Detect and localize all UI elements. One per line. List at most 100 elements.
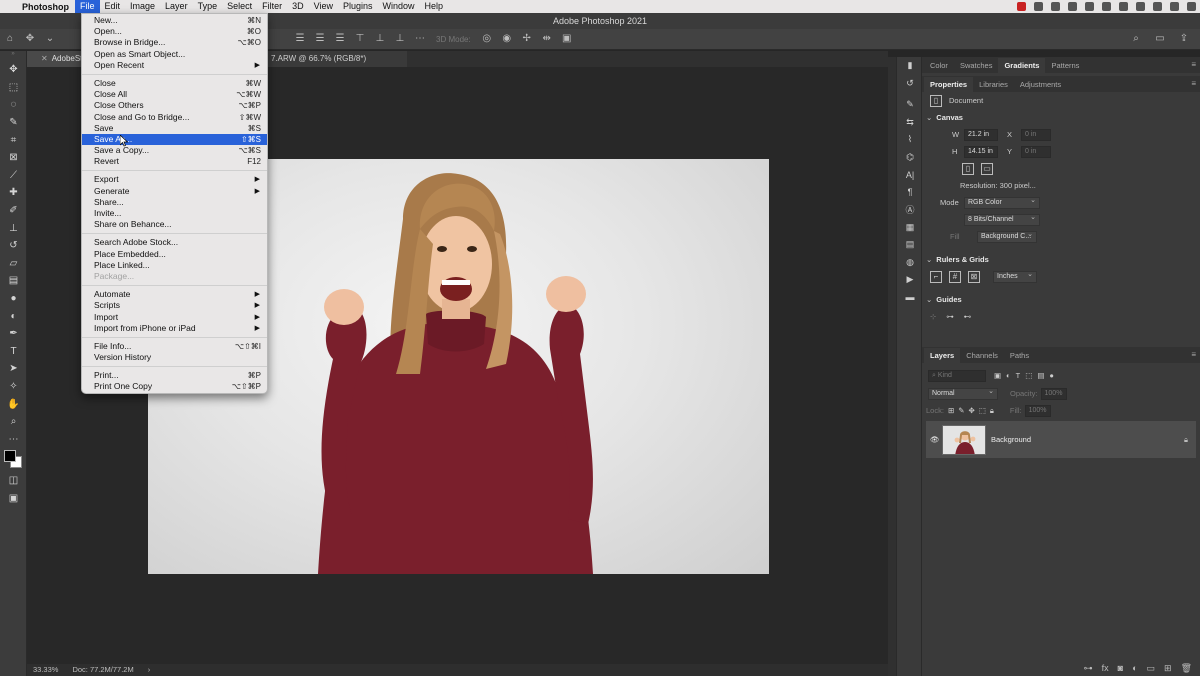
file-menu-item-browse-in-bridge[interactable]: Browse in Bridge... ⌥⌘O	[82, 37, 267, 48]
brush-settings-icon[interactable]: ✎	[897, 96, 923, 114]
file-menu-item-close-and-go-to-bridge[interactable]: Close and Go to Bridge... ⇧⌘W	[82, 112, 267, 123]
file-menu-item-revert[interactable]: Revert F12	[82, 156, 267, 167]
record-icon[interactable]	[1017, 2, 1026, 11]
quick-mask-icon[interactable]: ◫	[0, 472, 27, 490]
filter-type-icon[interactable]: T	[1016, 371, 1021, 380]
fill-field[interactable]: 100%	[1024, 404, 1051, 417]
file-menu-item-automate[interactable]: Automate ▶	[82, 289, 267, 300]
glyphs-icon[interactable]: Ⓐ	[897, 201, 923, 219]
dropbox-icon[interactable]	[1085, 2, 1094, 11]
units-dropdown[interactable]: Inches	[993, 270, 1037, 283]
pixel-grid-icon[interactable]: ⊠	[968, 270, 980, 283]
file-menu-item-scripts[interactable]: Scripts ▶	[82, 300, 267, 311]
file-menu-item-invite[interactable]: Invite...	[82, 208, 267, 219]
type-tool-icon[interactable]: T	[0, 343, 27, 361]
menu-edit[interactable]: Edit	[100, 0, 126, 13]
pen-tool-icon[interactable]: ✒	[0, 325, 27, 343]
wifi-icon[interactable]	[1136, 2, 1145, 11]
tab-color[interactable]: Color	[924, 58, 954, 73]
filter-toggle-icon[interactable]: ●	[1049, 371, 1054, 380]
close-tab-icon[interactable]: ✕	[41, 54, 48, 63]
panel-menu-icon[interactable]: ≡	[1191, 79, 1196, 88]
rulers-section-header[interactable]: ⌄ Rulers & Grids	[922, 251, 1200, 268]
align-center-icon[interactable]: ☰	[313, 33, 327, 45]
guide-layout-icon[interactable]: ⊹	[930, 312, 936, 321]
lock-pixels-icon[interactable]: ⊞	[948, 406, 954, 415]
chevron-down-icon[interactable]: ⌄	[926, 255, 932, 264]
filter-pixel-icon[interactable]: ▣	[994, 371, 1001, 380]
portrait-orientation-icon[interactable]: ▯	[962, 162, 974, 175]
move-tool-icon[interactable]: ✥	[23, 33, 37, 45]
new-guide-icon[interactable]: ⊶	[946, 312, 954, 321]
file-menu-item-search-adobe-stock[interactable]: Search Adobe Stock...	[82, 237, 267, 248]
file-menu-item-close-all[interactable]: Close All ⌥⌘W	[82, 89, 267, 100]
x-field[interactable]: 0 in	[1021, 128, 1051, 141]
quick-select-tool-icon[interactable]: ✎	[0, 114, 27, 132]
properties-icon[interactable]: ▤	[897, 236, 923, 254]
tab-libraries[interactable]: Libraries	[973, 77, 1014, 92]
height-field[interactable]: 14.15 in	[964, 145, 998, 158]
adjustment-layer-icon[interactable]: ◐	[1132, 663, 1137, 673]
3d-slide-icon[interactable]: ⇹	[540, 33, 554, 45]
filter-smart-object-icon[interactable]: ▤	[1037, 371, 1044, 380]
menu-help[interactable]: Help	[420, 0, 449, 13]
zoom-tool-icon[interactable]: ⌕	[0, 413, 27, 431]
ruler-icon[interactable]: ⌐	[930, 270, 942, 283]
menu-plugins[interactable]: Plugins	[338, 0, 378, 13]
brush-tool-icon[interactable]: ✐	[0, 202, 27, 220]
user-icon[interactable]	[1170, 2, 1179, 11]
menu-filter[interactable]: Filter	[257, 0, 287, 13]
workspace-icon[interactable]: ▭	[1153, 33, 1167, 45]
file-menu-item-place-linked[interactable]: Place Linked...	[82, 260, 267, 271]
tab-swatches[interactable]: Swatches	[954, 58, 999, 73]
display-icon[interactable]	[1119, 2, 1128, 11]
new-layer-icon[interactable]: ⊞	[1164, 663, 1172, 674]
3d-pan-icon[interactable]: ✢	[520, 33, 534, 45]
adjustments-icon[interactable]: ⇆	[897, 114, 923, 132]
lock-position-icon[interactable]: ✥	[969, 406, 975, 415]
tab-properties[interactable]: Properties	[924, 77, 974, 92]
lasso-tool-icon[interactable]: ◌	[0, 96, 27, 114]
landscape-orientation-icon[interactable]: ▭	[981, 162, 993, 175]
blend-mode-dropdown[interactable]: Normal	[928, 387, 998, 400]
panel-divider[interactable]	[888, 57, 896, 676]
file-menu-item-import[interactable]: Import ▶	[82, 312, 267, 323]
sync-icon[interactable]	[1051, 2, 1060, 11]
add-mask-icon[interactable]: ◙	[1118, 663, 1123, 673]
marquee-tool-icon[interactable]: ⬚	[0, 79, 27, 97]
history-brush-tool-icon[interactable]: ↺	[0, 237, 27, 255]
actions-icon[interactable]: ▶	[897, 271, 923, 289]
layer-name[interactable]: Background	[991, 435, 1031, 444]
file-menu-item-open-as-smart-object[interactable]: Open as Smart Object...	[82, 49, 267, 60]
align-bottom-icon[interactable]: ⊥	[393, 33, 407, 45]
home-icon[interactable]: ⌂	[3, 33, 17, 45]
lock-all-icon[interactable]: 🔒︎	[990, 406, 994, 416]
chevron-down-icon[interactable]: ⌄	[43, 33, 57, 45]
tab-layers[interactable]: Layers	[924, 348, 961, 363]
chevron-down-icon[interactable]: ⌄	[926, 295, 932, 304]
file-menu-item-save-as[interactable]: Save As... ⇧⌘S	[82, 133, 267, 146]
navigator-icon[interactable]: ◍	[897, 254, 923, 272]
3d-orbit-icon[interactable]: ◎	[480, 33, 494, 45]
layer-lock-icon[interactable]: 🔒︎	[1184, 435, 1188, 445]
menu-layer[interactable]: Layer	[160, 0, 193, 13]
layer-kind-filter[interactable]: ⌕ Kind	[928, 369, 986, 382]
libraries-icon[interactable]: ▦	[897, 219, 923, 237]
file-menu-item-generate[interactable]: Generate ▶	[82, 186, 267, 197]
file-menu-item-print[interactable]: Print... ⌘P	[82, 370, 267, 381]
tab-patterns[interactable]: Patterns	[1045, 58, 1085, 73]
align-right-icon[interactable]: ☰	[333, 33, 347, 45]
eyedropper-tool-icon[interactable]: ⟋	[0, 167, 27, 185]
menu-window[interactable]: Window	[378, 0, 420, 13]
width-field[interactable]: 21.2 in	[964, 128, 998, 141]
align-top-icon[interactable]: ⊤	[353, 33, 367, 45]
tab-paths[interactable]: Paths	[1004, 348, 1035, 363]
opacity-field[interactable]: 100%	[1040, 387, 1067, 400]
canvas-section-header[interactable]: ⌄ Canvas	[922, 109, 1200, 126]
dodge-tool-icon[interactable]: ◐	[0, 307, 27, 325]
share-icon[interactable]: ⇪	[1177, 33, 1191, 45]
search-icon[interactable]: ⌕	[1129, 33, 1143, 45]
tab-adjustments[interactable]: Adjustments	[1014, 77, 1067, 92]
tool-presets-icon[interactable]: ▬	[897, 289, 923, 307]
panel-menu-icon[interactable]: ≡	[1191, 350, 1196, 359]
